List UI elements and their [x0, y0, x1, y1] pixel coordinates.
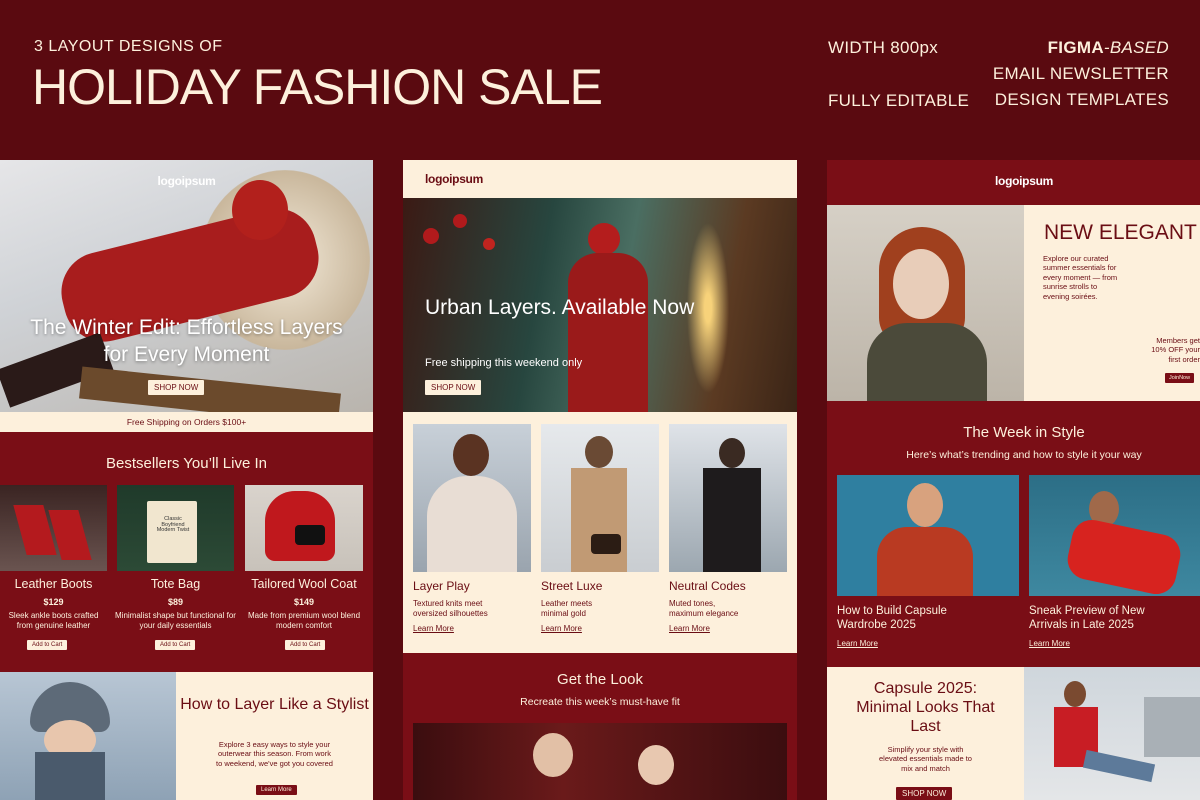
- product-card-coat: Tailored Wool Coat $149 Made from premiu…: [244, 577, 364, 630]
- figma-italic: -BASED: [1103, 38, 1169, 57]
- members-offer: Members get 10% OFF your first order: [1151, 336, 1200, 364]
- hero-sub: Free shipping this weekend only: [425, 357, 583, 369]
- layer-block: How to Layer Like a Stylist Explore 3 ea…: [176, 672, 373, 800]
- capsule-block: Capsule 2025: Minimal Looks That Last Si…: [827, 667, 1024, 800]
- hero-title: The Winter Edit: Effortless Layers for E…: [30, 316, 343, 367]
- header-width: WIDTH 800px: [828, 38, 939, 57]
- hero-image-winter: [0, 160, 373, 412]
- add-to-cart-button[interactable]: Add to Cart: [27, 640, 68, 650]
- header-figma: FIGMA-BASED: [1048, 38, 1169, 58]
- logo[interactable]: logoipsum: [425, 172, 483, 186]
- add-to-cart-button[interactable]: Add to Cart: [285, 640, 326, 650]
- tote-print: Classic Boyfriend Modern Twist: [156, 516, 190, 533]
- product-name: Tote Bag: [150, 577, 201, 591]
- article-preview-title: Sneak Preview of New Arrivals in Late 20…: [1029, 605, 1145, 632]
- card-street-luxe: Street Luxe Leather meets minimal gold L…: [541, 579, 659, 633]
- card-image-layer-play: [413, 424, 531, 572]
- learn-more-button[interactable]: Learn More: [256, 785, 297, 795]
- template-1: logoipsum The Winter Edit: Effortless La…: [0, 160, 373, 800]
- get-the-look-section: Get the Look Recreate this week’s must-h…: [403, 653, 797, 800]
- hero-title: Urban Layers. Available Now: [425, 296, 695, 319]
- week-sub: Here’s what’s trending and how to style …: [906, 449, 1142, 461]
- learn-more-link[interactable]: Learn More: [541, 624, 659, 633]
- product-desc: Sleek ankle boots crafted from genuine l…: [8, 611, 99, 630]
- join-now-button[interactable]: JoinNow: [1165, 373, 1195, 383]
- product-name: Tailored Wool Coat: [251, 577, 357, 591]
- product-desc: Made from premium wool blend modern comf…: [247, 611, 361, 630]
- product-image-tote: Classic Boyfriend Modern Twist: [117, 485, 234, 571]
- logo[interactable]: logoipsum: [827, 174, 1200, 188]
- card-neutral-codes: Neutral Codes Muted tones, maximum elega…: [669, 579, 787, 633]
- shipping-bar: Free Shipping on Orders $100+: [0, 412, 373, 432]
- figma-bold: FIGMA: [1047, 38, 1104, 57]
- shop-now-button[interactable]: SHOP NOW: [425, 380, 482, 395]
- header-editable: FULLY EDITABLE: [828, 91, 970, 110]
- logo[interactable]: logoipsum: [0, 174, 373, 188]
- template-3: logoipsum NEW ELEGANT Explore our curate…: [827, 160, 1200, 800]
- card-layer-play: Layer Play Textured knits meet oversized…: [413, 579, 531, 633]
- card-desc: Textured knits meet oversized silhouette…: [413, 599, 488, 618]
- product-price: $129: [43, 597, 64, 607]
- product-image-boots: [0, 485, 107, 571]
- card-image-street-luxe: [541, 424, 659, 572]
- product-card-tote: Tote Bag $89 Minimalist shape but functi…: [114, 577, 237, 630]
- learn-more-link[interactable]: Learn More: [413, 624, 531, 633]
- look-sub: Recreate this week’s must-have fit: [520, 696, 680, 708]
- capsule-image: [1024, 667, 1200, 800]
- capsule-title: Capsule 2025: Minimal Looks That Last: [856, 680, 995, 736]
- learn-more-link[interactable]: Learn More: [837, 639, 878, 648]
- article-capsule-title: How to Build Capsule Wardrobe 2025: [837, 605, 947, 632]
- hero-text-block: NEW ELEGANT Explore our curated summer e…: [1024, 205, 1200, 401]
- card-desc: Leather meets minimal gold: [541, 599, 593, 618]
- week-title: The Week in Style: [963, 424, 1085, 441]
- template-2: logoipsum Urban Layers. Available Now Fr…: [403, 160, 797, 800]
- header-line2: EMAIL NEWSLETTER: [992, 64, 1169, 83]
- hero-image-elegant: [827, 205, 1024, 401]
- capsule-desc: Simplify your style with elevated essent…: [879, 745, 972, 773]
- layer-desc: Explore 3 easy ways to style your outerw…: [216, 740, 333, 768]
- learn-more-link[interactable]: Learn More: [1029, 639, 1070, 648]
- header-title: HOLIDAY FASHION SALE: [32, 59, 603, 115]
- product-name: Leather Boots: [14, 577, 93, 591]
- hero-title: NEW ELEGANT: [1044, 221, 1197, 244]
- product-desc: Minimalist shape but functional for your…: [115, 611, 236, 630]
- look-title: Get the Look: [557, 671, 643, 688]
- article-image-capsule: [837, 475, 1019, 596]
- layer-title: How to Layer Like a Stylist: [180, 696, 369, 713]
- learn-more-link[interactable]: Learn More: [669, 624, 787, 633]
- card-title: Layer Play: [413, 579, 470, 593]
- layer-image: [0, 672, 176, 800]
- card-desc: Muted tones, maximum elegance: [669, 599, 739, 618]
- header-line3: DESIGN TEMPLATES: [994, 90, 1169, 109]
- card-image-neutral-codes: [669, 424, 787, 572]
- header-kicker: 3 LAYOUT DESIGNS OF: [34, 38, 223, 55]
- product-price: $149: [293, 597, 315, 607]
- hero-desc: Explore our curated summer essentials fo…: [1043, 254, 1118, 301]
- look-image: [413, 723, 787, 800]
- product-image-coat: [245, 485, 363, 571]
- shop-now-button[interactable]: SHOP NOW: [148, 380, 205, 395]
- section-title: Bestsellers You’ll Live In: [106, 455, 267, 472]
- shop-now-button[interactable]: SHOP NOW: [896, 787, 953, 800]
- add-to-cart-button[interactable]: Add to Cart: [155, 640, 196, 650]
- card-title: Street Luxe: [541, 579, 603, 593]
- card-title: Neutral Codes: [669, 579, 746, 593]
- article-image-sneak-preview: [1029, 475, 1200, 596]
- product-price: $89: [167, 597, 184, 607]
- product-card-boots: Leather Boots $129 Sleek ankle boots cra…: [0, 577, 107, 630]
